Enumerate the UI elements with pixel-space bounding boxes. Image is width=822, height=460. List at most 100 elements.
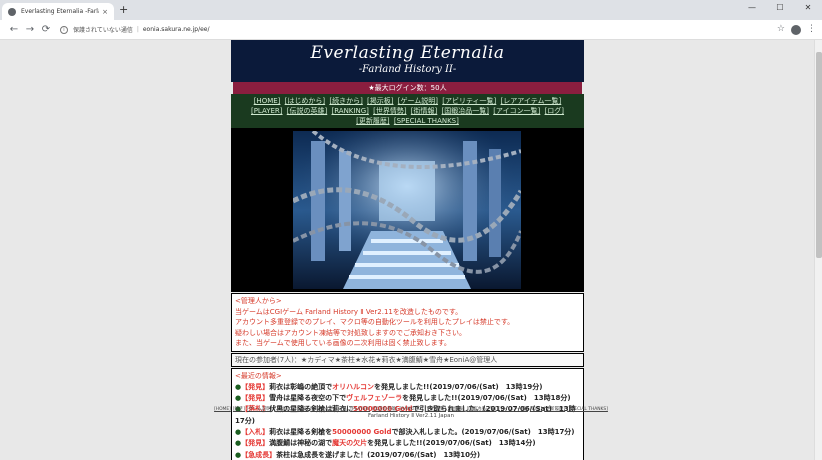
footer-link[interactable]: [RANKING]: [400, 407, 423, 412]
news-rest: を発見しました!!(2019/07/06/(Sat) 13時19分): [373, 382, 543, 391]
page-viewport: Everlasting Eternalia -Farland History I…: [0, 40, 822, 460]
url-separator: |: [136, 26, 139, 33]
admin-line: アカウント多重登録でのプレイ、マクロ等の自動化ツールを利用したプレイは禁止です。: [235, 318, 515, 326]
page-scrollbar[interactable]: [814, 40, 822, 460]
news-item: ●【急成長】茶柱は急成長を遂げました！(2019/07/06/(Sat) 13時…: [235, 450, 580, 460]
game-main-panel: Everlasting Eternalia -Farland History I…: [231, 40, 584, 460]
minimize-icon[interactable]: —: [738, 0, 766, 20]
news-item: ●【発見】満腹鯖は神秘の湖で魔天の欠片を発見しました!!(2019/07/06/…: [235, 438, 580, 449]
footer-link[interactable]: [HOME]: [214, 407, 231, 412]
title-artwork: [293, 131, 521, 289]
news-item: ●【発見】雪舟は星降る夜空の下でヴェルフェゾーラを発見しました!!(2019/0…: [235, 393, 580, 404]
news-highlight: 魔天の欠片: [332, 439, 368, 448]
new-tab-button[interactable]: +: [119, 4, 128, 16]
admin-line: 疑わしい場合はアカウント凍結等で対処致しますのでご承知おき下さい。: [235, 328, 466, 337]
menu-link[interactable]: [ゲーム説明]: [398, 97, 438, 105]
footer-link[interactable]: [ログ]: [530, 407, 542, 412]
news-list: ●【発見】莉衣は彰嶋の絶頂でオリハルコンを発見しました!!(2019/07/06…: [235, 382, 580, 460]
current-members: 現在の参加者(7人)：★カディマ★茶柱★水花★莉衣★満腹鯖★雪舟★EoniA@管…: [231, 352, 584, 367]
menu-link[interactable]: [SPECIAL THANKS]: [394, 117, 459, 125]
forward-icon[interactable]: →: [22, 24, 38, 36]
menu-link[interactable]: [アビリティ一覧]: [442, 97, 496, 105]
menu-link[interactable]: [国鍛冶品一覧]: [442, 107, 489, 115]
window-controls: — ☐ ✕: [738, 0, 822, 20]
back-icon[interactable]: ←: [6, 24, 22, 36]
admin-heading: <管理人から>: [235, 297, 282, 305]
menu-link[interactable]: [アイコン一覧]: [493, 107, 540, 115]
info-icon[interactable]: i: [60, 25, 68, 34]
browser-chrome: Everlasting Eternalia -Farland Hi... × +…: [0, 0, 822, 40]
news-text: 莉衣は星降る剣槍を: [269, 427, 333, 436]
news-text: 莉衣は彰嶋の絶頂で: [269, 382, 333, 391]
news-rest: を発見しました!!(2019/07/06/(Sat) 13時14分): [367, 439, 536, 448]
footer-link[interactable]: [街情報]: [448, 407, 465, 412]
menu-link[interactable]: [世界情勢]: [373, 107, 406, 115]
account-icon[interactable]: [791, 25, 801, 35]
close-tab-icon[interactable]: ×: [102, 8, 108, 16]
footer-link[interactable]: [アビリティ一覧]: [274, 407, 308, 412]
footer-link[interactable]: [レアアイテム一覧]: [310, 407, 348, 412]
news-heading: <最近の情報>: [235, 371, 282, 380]
toolbar-actions: ☆ ⋮: [777, 24, 816, 35]
admin-line: 当ゲームはCGIゲーム Farland History Ⅱ Ver2.11を改造…: [235, 307, 463, 316]
admin-line: また、当ゲームで使用している画像の二次利用は固く禁止致します。: [235, 339, 451, 347]
browser-toolbar: ← → ⟳ i 保護されていない通信 | eonia.sakura.ne.jp/…: [0, 20, 822, 40]
menu-link[interactable]: [RANKING]: [331, 107, 368, 115]
menu-icon[interactable]: ⋮: [807, 24, 816, 35]
footer-links: [HOME] [続き] [ゲーム説明] [アビリティ一覧] [レアアイテム一覧] [PLA…: [0, 406, 822, 413]
address-bar[interactable]: i 保護されていない通信 | eonia.sakura.ne.jp/ee/: [60, 22, 771, 37]
news-text: 茶柱は急成長を遂げました！(2019/07/06/(Sat) 13時10分): [276, 450, 481, 459]
scrollbar-thumb[interactable]: [816, 52, 822, 258]
url-text[interactable]: eonia.sakura.ne.jp/ee/: [143, 26, 210, 33]
news-rest: で部決入札しました。(2019/07/06/(Sat) 13時17分): [391, 427, 575, 436]
footer-link[interactable]: [ゲーム説明]: [247, 407, 272, 412]
menu-link[interactable]: [HOME]: [254, 97, 281, 105]
max-login-banner: ★最大ログイン数：50人: [233, 82, 582, 94]
news-highlight: オリハルコン: [332, 382, 374, 391]
menu-link[interactable]: [PLAYER]: [251, 107, 283, 115]
admin-notice: <管理人から> 当ゲームはCGIゲーム Farland History Ⅱ Ve…: [231, 293, 584, 352]
news-tag: 【発見】: [241, 382, 270, 391]
globe-icon: [8, 7, 16, 16]
footer-credit: Farland History Ⅱ Ver2.11 Japan: [368, 413, 454, 419]
site-subtitle: -Farland History II-: [358, 64, 457, 75]
news-highlight: 50000000 Gold: [332, 427, 392, 436]
news-item: ●【発見】莉衣は彰嶋の絶頂でオリハルコンを発見しました!!(2019/07/06…: [235, 382, 580, 393]
main-menu: [HOME] [はじめから] [続きから] [掲示板] [ゲーム説明] [アビリ…: [231, 94, 584, 128]
menu-link[interactable]: [更新履歴]: [356, 117, 389, 125]
menu-link[interactable]: [街情報]: [411, 107, 437, 115]
reload-icon[interactable]: ⟳: [38, 24, 54, 36]
footer-link[interactable]: [PLAYER]: [350, 407, 370, 412]
browser-tab[interactable]: Everlasting Eternalia -Farland Hi... ×: [2, 3, 114, 20]
news-tag: 【発見】: [241, 394, 270, 403]
admin-lines: 当ゲームはCGIゲーム Farland History Ⅱ Ver2.11を改造…: [235, 307, 580, 349]
news-text: 雪舟は星降る夜空の下で: [269, 394, 347, 403]
footer-link[interactable]: [更新履歴]: [544, 407, 565, 412]
site-title: Everlasting Eternalia: [310, 43, 505, 63]
footer-link[interactable]: [国鍛冶品一覧]: [467, 407, 497, 412]
news-rest: を発見しました!!(2019/07/06/(Sat) 13時18分): [402, 394, 571, 403]
menu-link[interactable]: [はじめから]: [285, 97, 325, 105]
footer-link[interactable]: [伝説の英雄]: [372, 407, 397, 412]
news-tag: 【発見】: [241, 439, 270, 448]
tab-strip: Everlasting Eternalia -Farland Hi... × +…: [0, 0, 822, 20]
security-label: 保護されていない通信: [73, 27, 133, 34]
menu-link[interactable]: [レアアイテム一覧]: [501, 97, 562, 105]
news-item: ●【入札】莉衣は星降る剣槍を50000000 Goldで部決入札しました。(20…: [235, 427, 580, 438]
news-text: 満腹鯖は神秘の湖で: [269, 439, 333, 448]
footer-link[interactable]: [SPECIAL THANKS]: [567, 407, 608, 412]
menu-link[interactable]: [掲示板]: [367, 97, 393, 105]
close-window-icon[interactable]: ✕: [794, 0, 822, 20]
title-image-frame: [231, 128, 584, 292]
footer-link[interactable]: [世界情勢]: [425, 407, 446, 412]
site-header: Everlasting Eternalia -Farland History I…: [231, 40, 584, 82]
footer-link[interactable]: [続き]: [233, 407, 245, 412]
menu-link[interactable]: [続きから]: [329, 97, 362, 105]
menu-link[interactable]: [ログ]: [545, 107, 564, 115]
menu-link[interactable]: [伝説の英雄]: [287, 107, 327, 115]
footer-link[interactable]: [アイコン一覧]: [498, 407, 528, 412]
news-tag: 【入札】: [241, 427, 270, 436]
bookmark-star-icon[interactable]: ☆: [777, 24, 785, 35]
maximize-icon[interactable]: ☐: [766, 0, 794, 20]
news-tag: 【急成長】: [241, 450, 277, 459]
